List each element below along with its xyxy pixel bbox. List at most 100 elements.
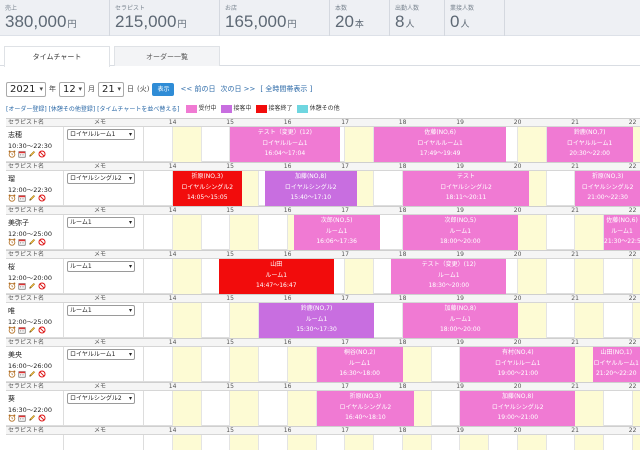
- tab-order-list[interactable]: オーダー一覧: [114, 46, 220, 66]
- timeline[interactable]: テスト（変更）(12) ロイヤルルーム1 16:04〜17:04 佐藤(NO,6) ロイ…: [144, 127, 640, 162]
- year-select[interactable]: 2021 ▾: [6, 81, 46, 97]
- time-slot[interactable]: [374, 171, 403, 206]
- memo-select[interactable]: ルーム1 ▾: [67, 261, 135, 272]
- booking-block[interactable]: 折原(NO,3) ロイヤルシングル2 21:00〜22:30: [575, 171, 640, 206]
- time-slot[interactable]: [632, 259, 640, 294]
- time-slot[interactable]: [575, 435, 604, 450]
- time-slot[interactable]: [517, 215, 547, 250]
- tab-timechart[interactable]: タイムチャート: [4, 46, 110, 67]
- time-slot[interactable]: [575, 259, 604, 294]
- show-button[interactable]: 表示: [152, 82, 175, 96]
- time-slot[interactable]: [575, 215, 604, 250]
- booking-block[interactable]: 加藤(NO,8) ロイヤルシングル2 15:40〜17:10: [264, 171, 357, 206]
- timeline[interactable]: 次郎(NO,5) ルーム1 16:06〜17:36 次郎(NO,5) ルーム1 18:00…: [144, 215, 640, 250]
- time-slot[interactable]: [317, 435, 346, 450]
- prev-day-link[interactable]: << 前の日: [180, 84, 215, 94]
- timeline[interactable]: 山田 ルーム1 14:47〜16:47 テスト（変更）(12) ルーム1 18:30〜20…: [144, 259, 640, 294]
- time-slot[interactable]: [202, 303, 231, 338]
- calendar-icon[interactable]: [18, 326, 26, 334]
- time-slot[interactable]: [144, 127, 173, 162]
- memo-select[interactable]: ロイヤルシングル2 ▾: [67, 173, 135, 184]
- time-slot[interactable]: [402, 435, 432, 450]
- time-slot[interactable]: [172, 127, 202, 162]
- no-entry-icon[interactable]: [38, 238, 46, 246]
- month-select[interactable]: 12 ▾: [59, 81, 85, 97]
- time-slot[interactable]: [575, 303, 604, 338]
- time-slot[interactable]: [144, 171, 173, 206]
- time-slot[interactable]: [202, 391, 231, 426]
- time-slot[interactable]: [144, 215, 173, 250]
- time-slot[interactable]: [287, 347, 317, 382]
- booking-block[interactable]: 折原(NO,3) ロイヤルシングル2 16:40〜18:10: [316, 391, 415, 426]
- time-slot[interactable]: [547, 435, 576, 450]
- time-slot[interactable]: [230, 347, 259, 382]
- time-slot[interactable]: [345, 435, 374, 450]
- time-slot[interactable]: [144, 435, 173, 450]
- time-slot[interactable]: [374, 303, 403, 338]
- booking-block[interactable]: 山田(NO,1) ロイヤルルーム1 21:20〜22:20: [592, 347, 640, 382]
- timeline[interactable]: 鈴鹿(NO,7) ルーム1 15:30〜17:30 加藤(NO,8) ルーム1 18:00…: [144, 303, 640, 338]
- booking-block[interactable]: 有村(NO,4) ロイヤルルーム1 19:00〜21:00: [460, 347, 576, 382]
- time-slot[interactable]: [547, 171, 576, 206]
- calendar-icon[interactable]: [18, 282, 26, 290]
- time-slot[interactable]: [547, 259, 576, 294]
- time-slot[interactable]: [259, 391, 288, 426]
- time-slot[interactable]: [432, 347, 461, 382]
- time-slot[interactable]: [287, 435, 317, 450]
- time-slot[interactable]: [144, 391, 173, 426]
- time-slot[interactable]: [345, 259, 374, 294]
- time-slot[interactable]: [230, 303, 259, 338]
- no-entry-icon[interactable]: [38, 150, 46, 158]
- time-slot[interactable]: [632, 127, 640, 162]
- alarm-clock-icon[interactable]: [8, 370, 16, 378]
- calendar-icon[interactable]: [18, 238, 26, 246]
- booking-block[interactable]: 次郎(NO,5) ルーム1 18:00〜20:00: [402, 215, 518, 250]
- time-slot[interactable]: [230, 215, 259, 250]
- full-time-link[interactable]: [ 全時間帯表示 ]: [260, 84, 312, 94]
- time-slot[interactable]: [144, 303, 173, 338]
- booking-block[interactable]: 鈴鹿(NO,7) ロイヤルルーム1 20:30〜22:00: [546, 127, 633, 162]
- action-links[interactable]: [オーダー登録] [休憩その他登録] [タイムチャートを並べ替える]: [6, 104, 180, 113]
- time-slot[interactable]: [287, 391, 317, 426]
- staff-name[interactable]: 瑠: [8, 174, 15, 184]
- alarm-clock-icon[interactable]: [8, 326, 16, 334]
- time-slot[interactable]: [517, 303, 547, 338]
- next-day-link[interactable]: 次の日 >>: [220, 84, 255, 94]
- no-entry-icon[interactable]: [38, 414, 46, 422]
- time-slot[interactable]: [172, 391, 202, 426]
- time-slot[interactable]: [517, 259, 547, 294]
- staff-name[interactable]: 桜: [8, 262, 15, 272]
- alarm-clock-icon[interactable]: [8, 238, 16, 246]
- booking-block[interactable]: 佐藤(NO,6) ルーム1 21:30〜22:50: [604, 215, 640, 250]
- no-entry-icon[interactable]: [38, 370, 46, 378]
- time-slot[interactable]: [230, 391, 259, 426]
- time-slot[interactable]: [172, 303, 202, 338]
- alarm-clock-icon[interactable]: [8, 282, 16, 290]
- time-slot[interactable]: [202, 215, 231, 250]
- time-slot[interactable]: [632, 303, 640, 338]
- time-slot[interactable]: [144, 259, 173, 294]
- timeline[interactable]: [144, 435, 640, 450]
- time-slot[interactable]: [259, 435, 288, 450]
- staff-name[interactable]: 志穂: [8, 130, 22, 140]
- staff-name[interactable]: 美弥子: [8, 218, 29, 228]
- no-entry-icon[interactable]: [38, 282, 46, 290]
- memo-select[interactable]: ロイヤルシングル2 ▾: [67, 393, 135, 404]
- time-slot[interactable]: [604, 259, 633, 294]
- time-slot[interactable]: [172, 259, 202, 294]
- memo-select[interactable]: ルーム1 ▾: [67, 217, 135, 228]
- time-slot[interactable]: [432, 435, 461, 450]
- staff-name[interactable]: 唯: [8, 306, 15, 316]
- time-slot[interactable]: [489, 435, 518, 450]
- day-select[interactable]: 21 ▾: [98, 81, 124, 97]
- memo-select[interactable]: ルーム1 ▾: [67, 305, 135, 316]
- time-slot[interactable]: [604, 303, 633, 338]
- time-slot[interactable]: [604, 435, 633, 450]
- timeline[interactable]: 折原(NO,3) ロイヤルシングル2 16:40〜18:10 加藤(NO,8) ロイヤル…: [144, 391, 640, 426]
- calendar-icon[interactable]: [18, 150, 26, 158]
- time-slot[interactable]: [345, 127, 374, 162]
- alarm-clock-icon[interactable]: [8, 150, 16, 158]
- time-slot[interactable]: [230, 435, 259, 450]
- calendar-icon[interactable]: [18, 414, 26, 422]
- pencil-icon[interactable]: [28, 238, 36, 246]
